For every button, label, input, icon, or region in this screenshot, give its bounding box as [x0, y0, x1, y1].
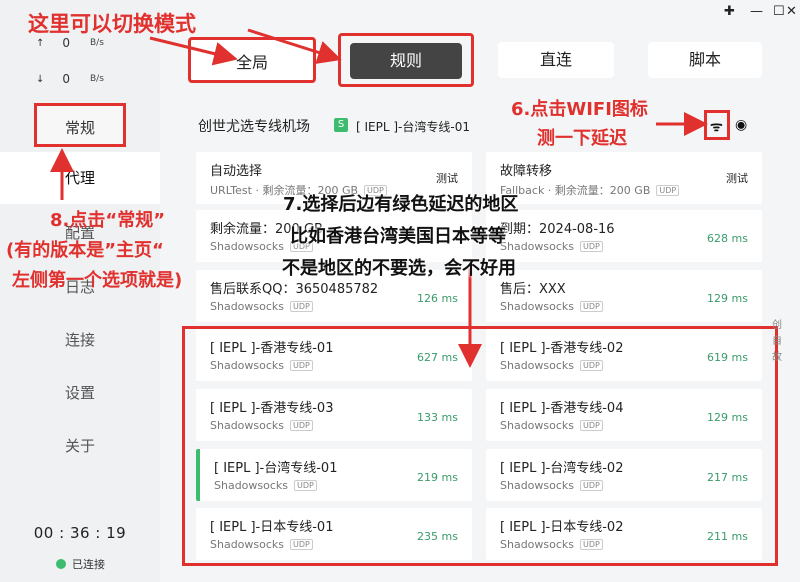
latency-label[interactable]: 126 ms [417, 292, 458, 305]
current-node: [ IEPL ]-台湾专线-01 [356, 120, 470, 134]
sidebar-item-general[interactable]: 常规 [34, 103, 126, 147]
side-label: 创自故 [772, 320, 782, 363]
sidebar-item-connections[interactable]: 连接 [0, 329, 160, 350]
proxy-card[interactable]: 售后：XXX Shadowsocks UDP 129 ms [486, 270, 762, 322]
proxy-name: 到期：2024-08-16 [500, 222, 615, 237]
udp-badge: UDP [580, 301, 603, 312]
proxy-name: 故障转移 [500, 164, 553, 179]
search-icon[interactable] [684, 118, 696, 130]
annotation-wifi-2: 测一下延迟 [537, 128, 627, 149]
download-arrow-icon: ↓ [36, 73, 45, 85]
upload-arrow-icon: ↑ [36, 37, 45, 49]
proxy-card[interactable]: 故障转移 Fallback · 剩余流量：200 GB UDP 测试 [486, 152, 762, 204]
mode-global-button[interactable]: 全局 [188, 37, 316, 83]
annotation-select-3: 不是地区的不要选，会不好用 [282, 258, 516, 279]
proxy-type: Shadowsocks UDP [210, 300, 313, 313]
proxy-card[interactable]: 到期：2024-08-16 Shadowsocks UDP 628 ms [486, 210, 762, 262]
latency-label[interactable]: 测试 [436, 170, 458, 186]
annotation-wifi-1: 6.点击WIFI图标 [511, 99, 648, 120]
upload-value: 0 [62, 36, 70, 50]
latency-label[interactable]: 测试 [726, 170, 748, 186]
download-unit: B/s [90, 74, 104, 84]
udp-badge: UDP [290, 301, 313, 312]
latency-label[interactable]: 129 ms [707, 292, 748, 305]
maximize-icon[interactable]: ☐ [773, 4, 785, 19]
sidebar-item-about[interactable]: 关于 [0, 435, 160, 456]
proxy-type: Fallback · 剩余流量：200 GB UDP [500, 182, 680, 198]
download-value: 0 [62, 72, 70, 86]
annotation-general-2: (有的版本是”主页“ [6, 240, 164, 261]
minimize-icon[interactable]: — [750, 4, 763, 19]
status-label: 已连接 [72, 558, 105, 571]
close-icon[interactable]: ✕ [786, 4, 797, 19]
proxy-type-label: Shadowsocks [500, 300, 575, 313]
annotation-select-2: 比如香港台湾美国日本等等 [290, 226, 506, 247]
upload-speed: ↑ 0 B/s [36, 36, 104, 50]
proxy-type-label: Fallback · 剩余流量：200 GB [500, 184, 651, 197]
pin-icon[interactable]: ✚ [724, 4, 735, 19]
mode-direct-button[interactable]: 直连 [498, 42, 614, 78]
proxy-name: 自动选择 [210, 164, 263, 179]
uptime-timer: 00 : 36 : 19 [33, 524, 127, 542]
proxy-name: 售后：XXX [500, 282, 566, 297]
upload-unit: B/s [90, 38, 104, 48]
udp-badge: UDP [656, 184, 680, 196]
group-type-badge: S [334, 118, 348, 132]
proxy-type: Shadowsocks UDP [500, 300, 603, 313]
proxy-type-label: Shadowsocks [210, 300, 285, 313]
annotation-general-3: 左侧第一个选项就是) [12, 270, 183, 291]
latency-label[interactable]: 628 ms [707, 232, 748, 245]
wifi-latency-test-icon[interactable]: ᯤ [710, 117, 723, 136]
sidebar-item-proxy[interactable]: 代理 [0, 152, 160, 204]
mode-rule-button[interactable]: 规则 [350, 43, 462, 79]
status-dot-icon [56, 559, 66, 569]
app-window: ↑ 0 B/s ↓ 0 B/s 常规 代理 配置 日志 连接 设置 关于 00 … [0, 0, 800, 582]
region-list-highlight-frame [182, 326, 778, 566]
mode-script-button[interactable]: 脚本 [648, 42, 762, 78]
annotation-select-1: 7.选择后边有绿色延迟的地区 [283, 194, 519, 215]
annotation-switch-mode: 这里可以切换模式 [28, 12, 196, 36]
proxy-type-label: Shadowsocks [210, 240, 285, 253]
sidebar-item-settings[interactable]: 设置 [0, 382, 160, 403]
connection-status: 已连接 [56, 556, 105, 572]
proxy-type-label: Shadowsocks [500, 240, 575, 253]
download-speed: ↓ 0 B/s [36, 72, 104, 86]
proxy-type: Shadowsocks UDP [500, 240, 603, 253]
eye-hidden-icon[interactable]: ◉ [735, 117, 747, 133]
annotation-general-1: 8.点击“常规” [50, 210, 166, 231]
proxy-name: 售后联系QQ：3650485782 [210, 282, 379, 297]
proxy-group-title[interactable]: 创世尤选专线机场 [198, 116, 310, 136]
udp-badge: UDP [580, 241, 603, 252]
